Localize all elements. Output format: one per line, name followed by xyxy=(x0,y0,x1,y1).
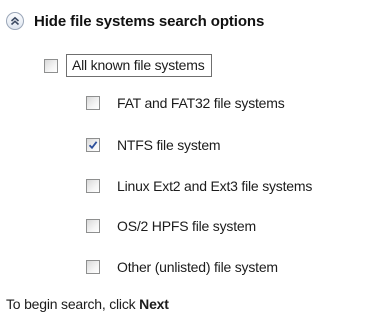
ntfs-file-system-option[interactable]: NTFS file system xyxy=(86,137,221,153)
other-file-system-checkbox[interactable] xyxy=(86,260,100,274)
linux-ext-file-systems-checkbox[interactable] xyxy=(86,179,100,193)
linux-ext-file-systems-label[interactable]: Linux Ext2 and Ext3 file systems xyxy=(117,178,312,194)
check-mark-icon xyxy=(88,141,98,150)
all-known-file-systems-checkbox[interactable] xyxy=(44,58,58,73)
fat-file-systems-option[interactable]: FAT and FAT32 file systems xyxy=(86,95,285,111)
os2-hpfs-file-system-checkbox[interactable] xyxy=(86,219,100,233)
section-title: Hide file systems search options xyxy=(34,12,265,30)
all-known-file-systems-option[interactable]: All known file systems xyxy=(44,54,212,77)
ntfs-file-system-checkbox[interactable] xyxy=(86,138,100,152)
double-chevron-up-icon[interactable] xyxy=(6,12,24,30)
next-emphasis: Next xyxy=(139,296,169,312)
all-known-file-systems-label[interactable]: All known file systems xyxy=(66,54,212,77)
linux-ext-file-systems-option[interactable]: Linux Ext2 and Ext3 file systems xyxy=(86,178,312,194)
search-instruction-text: To begin search, click xyxy=(6,296,136,312)
hide-options-toggle[interactable]: Hide file systems search options xyxy=(6,8,264,34)
os2-hpfs-file-system-option[interactable]: OS/2 HPFS file system xyxy=(86,218,256,234)
fat-file-systems-checkbox[interactable] xyxy=(86,96,100,110)
search-instruction: To begin search, click Next xyxy=(6,296,169,312)
other-file-system-option[interactable]: Other (unlisted) file system xyxy=(86,259,278,275)
ntfs-file-system-label[interactable]: NTFS file system xyxy=(117,137,221,153)
fat-file-systems-label[interactable]: FAT and FAT32 file systems xyxy=(117,95,285,111)
os2-hpfs-file-system-label[interactable]: OS/2 HPFS file system xyxy=(117,218,256,234)
other-file-system-label[interactable]: Other (unlisted) file system xyxy=(117,259,278,275)
